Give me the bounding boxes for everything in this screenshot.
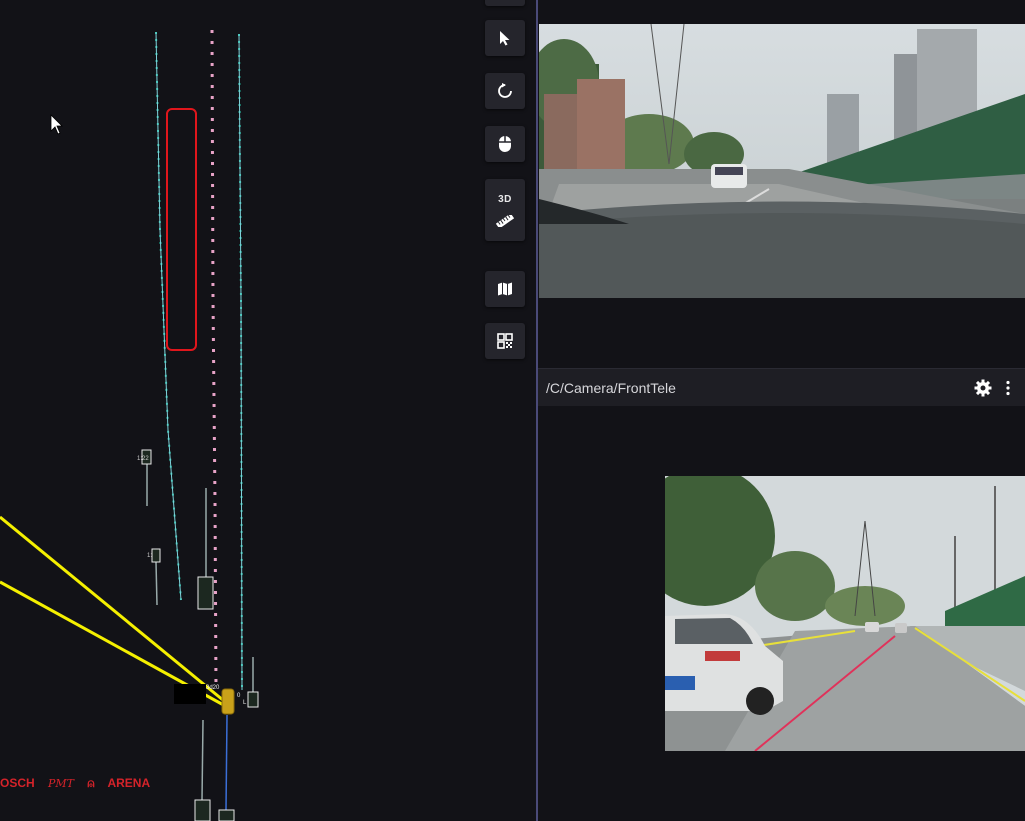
lane-line-left-dots [155,31,182,601]
arena-logo: ARENA [107,776,151,790]
mouse-icon [499,136,511,152]
camera-panels: /C/Camera/FrontTele [538,0,1025,821]
rotate-icon [498,83,512,98]
more-vertical-icon[interactable] [1000,379,1016,397]
front-wide-camera-image [539,24,1025,298]
ruler-icon [496,214,514,227]
select-tool-button[interactable] [485,20,525,56]
tracked-object[interactable] [197,576,214,610]
cursor-arrow-icon [500,31,510,46]
track-line [225,714,228,811]
map-button[interactable] [485,271,525,307]
arena-logo-icon: ⍝ [87,776,95,790]
3d-ruler-button[interactable]: 3D [485,179,525,241]
3d-scene-view[interactable]: 1:22 1: 3d20 0 L [0,0,536,821]
ego-label-bg [174,684,206,704]
ego-vehicle[interactable] [221,688,235,715]
track-line [155,561,158,606]
tracked-object[interactable] [218,809,235,821]
camera-topic-title[interactable]: /C/Camera/FrontTele [546,380,676,396]
sensor-ray-1 [0,515,230,707]
highlight-box [166,108,197,351]
mouse-cursor-icon [50,114,63,135]
tracked-object[interactable] [194,799,211,821]
qr-code-button[interactable] [485,323,525,359]
rotate-tool-button[interactable] [485,73,525,109]
ego-label: 0 [237,693,241,699]
bosch-logo: OSCH [0,776,35,790]
brand-logos: OSCH PMT ⍝ ARENA [0,776,160,791]
pmt-logo: PMT [48,777,75,790]
ego-label: L [243,700,247,706]
ego-label: 3d20 [206,685,220,691]
3d-scene-panel[interactable]: 1:22 1: 3d20 0 L 3D OSCH PMT ⍝ ARENA [0,0,536,821]
lane-line-left [155,31,182,601]
tracked-object[interactable] [247,691,259,708]
gear-icon[interactable] [974,379,992,397]
track-line [201,719,204,801]
camera-panel-header: /C/Camera/FrontTele [538,368,1025,406]
front-tele-camera-image [665,476,1025,751]
tracked-object[interactable] [151,548,161,563]
toolbar-top-button[interactable] [485,0,525,6]
3d-toggle-label[interactable]: 3D [498,194,512,205]
qr-code-icon [497,333,513,349]
object-label: 1:22 [137,456,149,462]
map-icon [498,282,512,296]
object-label: 1: [147,553,152,559]
mouse-mode-button[interactable] [485,126,525,162]
